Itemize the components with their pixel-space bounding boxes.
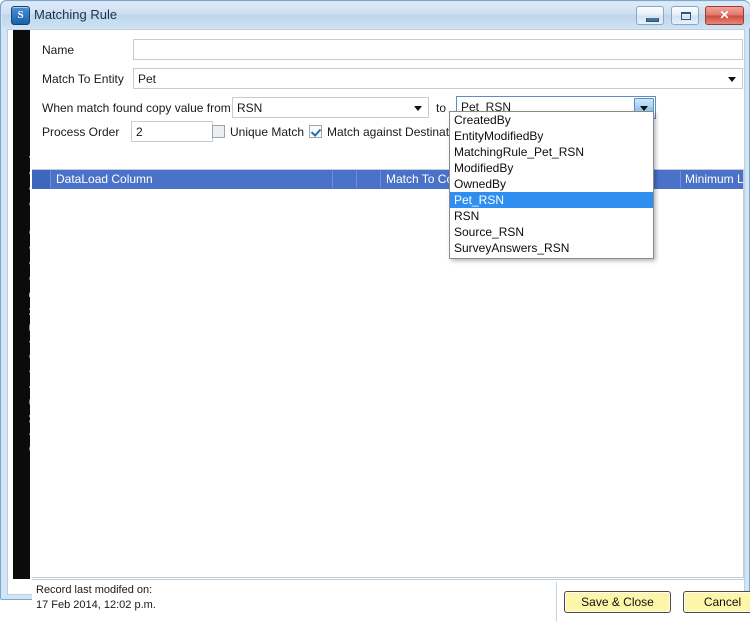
- record-modified-value: 17 Feb 2014, 12:02 p.m.: [36, 599, 156, 611]
- maximize-icon: [680, 12, 691, 20]
- match-to-entity-combo[interactable]: Pet: [133, 68, 743, 89]
- dropdown-option[interactable]: EntityModifiedBy: [450, 128, 653, 144]
- footer-divider: [556, 582, 557, 622]
- maximize-button[interactable]: [670, 6, 699, 25]
- dropdown-option[interactable]: RSN: [450, 208, 653, 224]
- copy-value-to-dropdown-list[interactable]: CreatedBy EntityModifiedBy MatchingRule_Pe…: [449, 111, 654, 259]
- unique-match-checkbox[interactable]: [212, 125, 225, 138]
- dropdown-option[interactable]: Pet_RSN: [450, 192, 653, 208]
- title-bar[interactable]: S Matching Rule ✕: [2, 2, 750, 28]
- copy-value-from-combo[interactable]: RSN: [232, 97, 429, 118]
- minimize-button[interactable]: [636, 6, 665, 25]
- copy-value-from-value: RSN: [237, 101, 263, 115]
- dropdown-option[interactable]: CreatedBy: [450, 112, 653, 128]
- grid-header-dataload-column[interactable]: DataLoad Column: [51, 170, 332, 189]
- chevron-down-icon: [414, 105, 422, 111]
- grid-header-minimum-length[interactable]: Minimum Length: [681, 170, 743, 189]
- to-label: to: [436, 101, 447, 115]
- dropdown-option[interactable]: SurveyAnswers_RSN: [450, 240, 653, 256]
- grid-header-selector[interactable]: [32, 170, 50, 189]
- close-button[interactable]: ✕: [705, 6, 744, 25]
- name-input[interactable]: [133, 39, 743, 60]
- dropdown-option[interactable]: OwnedBy: [450, 176, 653, 192]
- match-to-entity-label: Match To Entity: [42, 72, 124, 86]
- save-and-close-button[interactable]: Save & Close: [564, 591, 671, 613]
- close-icon: ✕: [719, 8, 730, 22]
- process-order-input[interactable]: 2: [131, 121, 213, 142]
- record-modified-block: Record last modifed on: 17 Feb 2014, 12:…: [36, 583, 156, 613]
- dropdown-option[interactable]: Source_RSN: [450, 224, 653, 240]
- window-title: Matching Rule: [34, 7, 118, 22]
- copy-value-from-label: When match found copy value from: [42, 101, 231, 115]
- matching-rule-window: S Matching Rule ✕ S I M P L I C I T Y © …: [0, 0, 750, 623]
- grid-header-spacer-1[interactable]: [333, 170, 356, 189]
- chevron-down-icon: [640, 105, 648, 111]
- match-to-entity-value: Pet: [138, 72, 157, 86]
- minimize-icon: [646, 18, 660, 22]
- simplicity-app-icon[interactable]: S: [11, 6, 30, 25]
- name-label: Name: [42, 43, 75, 57]
- unique-match-label[interactable]: Unique Match: [230, 125, 304, 139]
- process-order-label: Process Order: [42, 125, 120, 139]
- cancel-button[interactable]: Cancel: [683, 591, 750, 613]
- chevron-down-icon: [728, 76, 736, 82]
- window-controls: ✕: [634, 6, 744, 26]
- match-against-destination-checkbox[interactable]: [309, 125, 322, 138]
- footer-bar: Record last modifed on: 17 Feb 2014, 12:…: [32, 579, 750, 623]
- branding-sidebar: S I M P L I C I T Y © 2 0 0 2 - 2 0 1 4: [13, 30, 40, 579]
- grid-header-spacer-2[interactable]: [357, 170, 380, 189]
- record-modified-label: Record last modifed on:: [36, 584, 153, 596]
- dropdown-option[interactable]: ModifiedBy: [450, 160, 653, 176]
- dropdown-option[interactable]: MatchingRule_Pet_RSN: [450, 144, 653, 160]
